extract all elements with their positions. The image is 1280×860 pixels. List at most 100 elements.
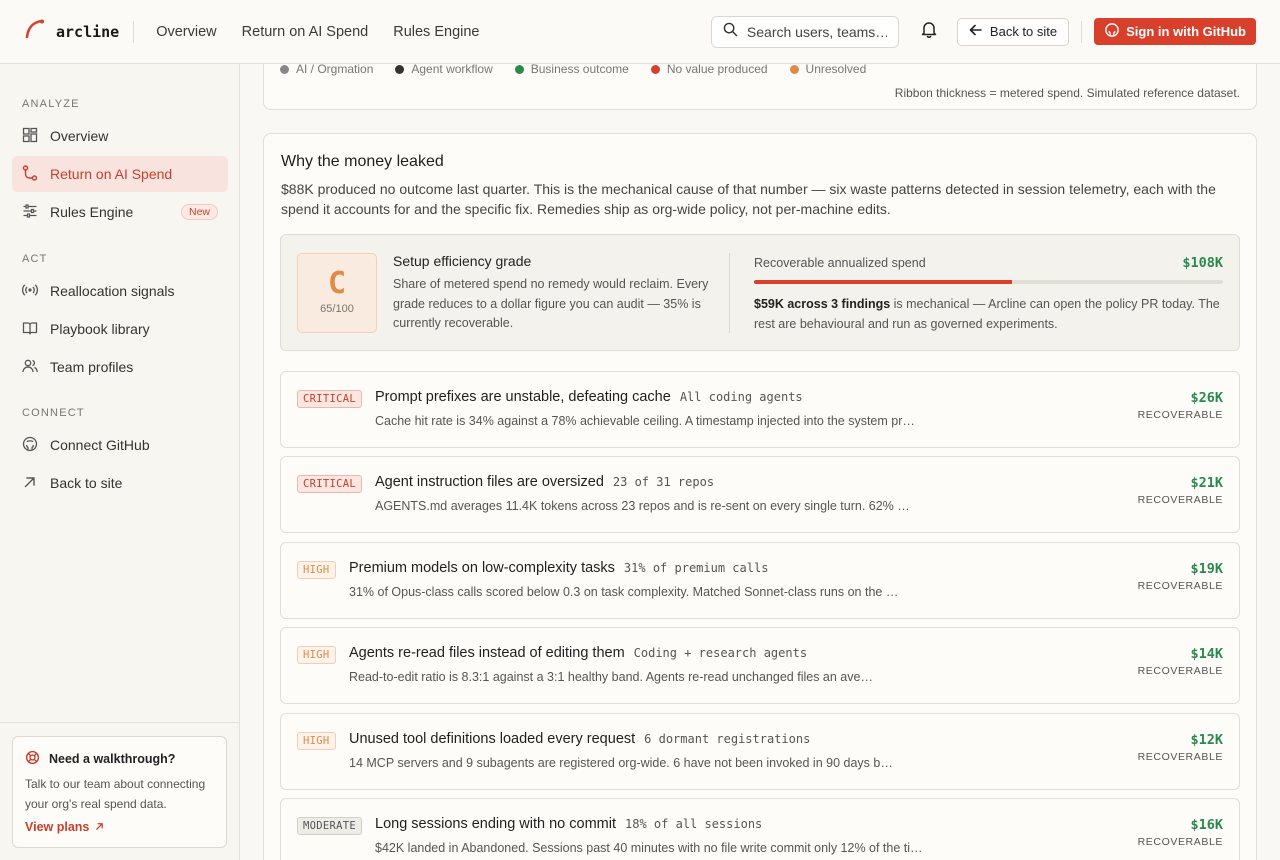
view-plans-link[interactable]: View plans bbox=[25, 820, 214, 834]
finding-title: Prompt prefixes are unstable, defeating … bbox=[375, 389, 671, 405]
finding-scope: All coding agents bbox=[679, 390, 803, 404]
legend-label: No value produced bbox=[666, 64, 768, 76]
finding-title: Agents re-read files instead of editing … bbox=[349, 645, 625, 661]
severity-badge: CRITICAL bbox=[297, 390, 362, 408]
legend-label: Unresolved bbox=[805, 64, 867, 76]
top-actions: Back to site Sign in with GitHub bbox=[710, 15, 1256, 48]
finding-amount: $26K bbox=[1190, 390, 1223, 406]
sidebar-item-playbook-library[interactable]: Playbook library bbox=[12, 311, 228, 347]
finding-title: Premium models on low-complexity tasks bbox=[349, 560, 615, 576]
legend-item: Unresolved bbox=[789, 64, 867, 76]
arcline-logo-icon bbox=[24, 19, 46, 44]
legend-dot bbox=[789, 64, 799, 74]
legend-dot bbox=[395, 64, 405, 74]
back-to-site-button[interactable]: Back to site bbox=[956, 17, 1070, 46]
finding-recoverable-label: RECOVERABLE bbox=[1137, 409, 1223, 421]
finding-row[interactable]: CRITICAL Agent instruction files are ove… bbox=[280, 456, 1240, 533]
sign-in-github-button[interactable]: Sign in with GitHub bbox=[1094, 18, 1256, 45]
sidebar-section-analyze: ANALYZE bbox=[22, 98, 80, 110]
sidebar-item-rules-engine[interactable]: Rules Engine New bbox=[12, 194, 228, 230]
walkthrough-title-row: Need a walkthrough? bbox=[25, 750, 214, 768]
github-icon bbox=[1105, 23, 1119, 40]
grade-title: Setup efficiency grade bbox=[393, 253, 532, 269]
finding-title: Unused tool definitions loaded every req… bbox=[349, 731, 636, 747]
sidebar: ANALYZE Overview Return on AI Spend Rule… bbox=[0, 64, 240, 860]
sidebar-section-connect: CONNECT bbox=[22, 407, 85, 419]
sankey-legend: AI / Orgmation Agent workflow Business o… bbox=[280, 64, 866, 76]
finding-description: Read-to-edit ratio is 8.3:1 against a 3:… bbox=[349, 670, 875, 684]
external-arrow-icon bbox=[95, 820, 104, 834]
sliders-icon bbox=[22, 203, 38, 222]
finding-row[interactable]: CRITICAL Prompt prefixes are unstable, d… bbox=[280, 371, 1240, 448]
legend-item: No value produced bbox=[650, 64, 768, 76]
legend-item: Agent workflow bbox=[395, 64, 493, 76]
topnav-overview[interactable]: Overview bbox=[156, 24, 216, 40]
sidebar-item-label: Connect GitHub bbox=[50, 437, 150, 453]
notifications-button[interactable] bbox=[913, 16, 945, 48]
finding-head: Long sessions ending with no commit 18% … bbox=[375, 816, 762, 832]
github-icon bbox=[22, 436, 38, 455]
finding-scope: 31% of premium calls bbox=[623, 561, 769, 575]
severity-badge: CRITICAL bbox=[297, 475, 362, 493]
legend-item: Business outcome bbox=[514, 64, 629, 76]
sidebar-item-return-on-ai-spend[interactable]: Return on AI Spend bbox=[12, 156, 228, 192]
finding-title: Long sessions ending with no commit bbox=[375, 816, 616, 832]
walkthrough-section: Need a walkthrough? Talk to our team abo… bbox=[0, 722, 239, 860]
legend-label: Agent workflow bbox=[411, 64, 493, 76]
finding-scope: 23 of 31 repos bbox=[612, 475, 715, 489]
finding-description: 31% of Opus-class calls scored below 0.3… bbox=[349, 585, 901, 599]
main-content: AI / Orgmation Agent workflow Business o… bbox=[240, 64, 1280, 860]
signal-icon bbox=[21, 282, 39, 301]
grade-tile: C 65/100 bbox=[297, 253, 377, 333]
finding-amount: $19K bbox=[1190, 561, 1223, 577]
sidebar-item-label: Return on AI Spend bbox=[50, 166, 173, 182]
sankey-card: AI / Orgmation Agent workflow Business o… bbox=[263, 64, 1257, 110]
finding-scope: 6 dormant registrations bbox=[644, 732, 811, 746]
finding-description: Cache hit rate is 34% against a 78% achi… bbox=[375, 414, 915, 428]
walkthrough-body: Talk to our team about connecting your o… bbox=[25, 777, 206, 811]
search-box[interactable] bbox=[710, 15, 899, 48]
finding-row[interactable]: HIGH Unused tool definitions loaded ever… bbox=[280, 713, 1240, 790]
sidebar-item-overview[interactable]: Overview bbox=[12, 118, 228, 154]
finding-amount: $16K bbox=[1190, 817, 1223, 833]
finding-row[interactable]: HIGH Agents re-read files instead of edi… bbox=[280, 627, 1240, 704]
top-nav-links: Overview Return on AI Spend Rules Engine bbox=[156, 24, 479, 40]
recoverable-description: $59K across 3 findings is mechanical — A… bbox=[754, 294, 1224, 334]
severity-badge: MODERATE bbox=[297, 817, 362, 835]
severity-badge: HIGH bbox=[297, 646, 336, 664]
finding-scope: Coding + research agents bbox=[633, 646, 808, 660]
brand-name: arcline bbox=[56, 22, 120, 41]
grade-description: Share of metered spend no remedy would r… bbox=[393, 277, 709, 330]
bell-icon bbox=[920, 20, 938, 43]
back-to-site-label: Back to site bbox=[989, 24, 1058, 39]
topnav-return-on-ai-spend[interactable]: Return on AI Spend bbox=[242, 24, 369, 40]
card-title: Why the money leaked bbox=[281, 153, 444, 170]
walkthrough-title: Need a walkthrough? bbox=[49, 752, 176, 766]
finding-row[interactable]: HIGH Premium models on low-complexity ta… bbox=[280, 542, 1240, 619]
finding-description: 14 MCP servers and 9 subagents are regis… bbox=[349, 756, 895, 770]
finding-head: Unused tool definitions loaded every req… bbox=[349, 731, 810, 747]
arrow-up-left-icon bbox=[22, 474, 38, 493]
sidebar-item-label: Back to site bbox=[50, 475, 123, 491]
arrow-left-icon bbox=[969, 24, 982, 39]
sidebar-item-back-to-site[interactable]: Back to site bbox=[12, 465, 228, 501]
sidebar-section-act: ACT bbox=[22, 253, 48, 265]
book-icon bbox=[22, 320, 38, 339]
sidebar-item-label: Overview bbox=[50, 128, 109, 144]
finding-description: $42K landed in Abandoned. Sessions past … bbox=[375, 841, 925, 855]
brand[interactable]: arcline bbox=[24, 19, 135, 44]
sidebar-item-connect-github[interactable]: Connect GitHub bbox=[12, 427, 228, 463]
legend-dot bbox=[280, 64, 289, 74]
sidebar-item-label: Rules Engine bbox=[50, 204, 134, 220]
card-intro: $88K produced no outcome last quarter. T… bbox=[281, 181, 1216, 217]
finding-scope: 18% of all sessions bbox=[625, 817, 763, 831]
search-input[interactable] bbox=[746, 23, 887, 40]
sidebar-item-team-profiles[interactable]: Team profiles bbox=[12, 349, 228, 385]
grade-divider bbox=[729, 253, 730, 333]
sidebar-item-reallocation-signals[interactable]: Reallocation signals bbox=[12, 273, 228, 309]
finding-row[interactable]: MODERATE Long sessions ending with no co… bbox=[280, 798, 1240, 860]
topnav-rules-engine[interactable]: Rules Engine bbox=[393, 24, 479, 40]
finding-amount: $12K bbox=[1190, 732, 1223, 748]
walkthrough-card: Need a walkthrough? Talk to our team abo… bbox=[12, 736, 227, 848]
severity-badge: HIGH bbox=[297, 561, 336, 579]
